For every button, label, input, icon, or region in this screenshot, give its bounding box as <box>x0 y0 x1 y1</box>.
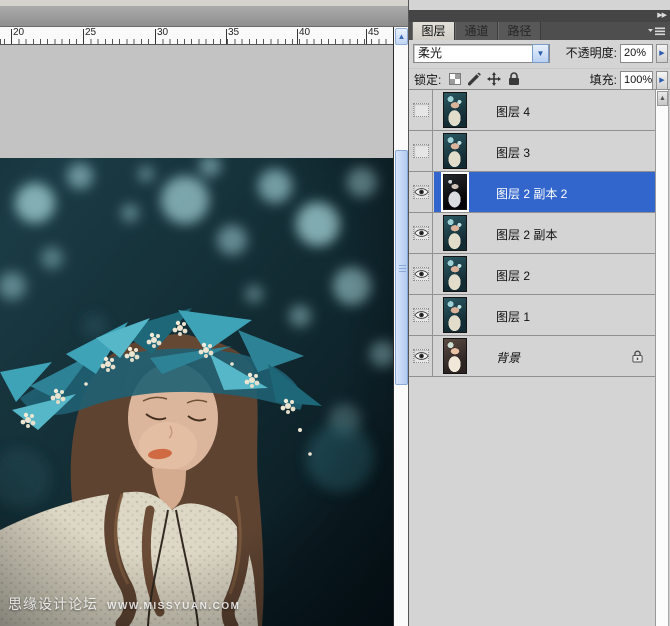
layer-name: 图层 2 副本 2 <box>496 185 567 202</box>
lock-paint-brush-icon[interactable] <box>467 72 481 86</box>
visibility-toggle[interactable] <box>413 349 429 363</box>
visibility-toggle[interactable] <box>413 103 429 117</box>
eye-icon <box>414 310 429 320</box>
lock-all-icon[interactable] <box>507 72 521 86</box>
layer-thumbnail[interactable] <box>443 338 467 374</box>
panel-tabbar: 图层 通道 路径 <box>409 22 670 40</box>
ruler-major-tick <box>366 29 367 44</box>
ruler-major-tick <box>11 29 12 44</box>
layer-visibility-cell[interactable] <box>409 213 433 253</box>
layer-row[interactable]: 图层 2 副本 2 <box>409 172 655 213</box>
scroll-up-arrow-icon[interactable]: ▲ <box>395 28 408 45</box>
opacity-slider-button[interactable]: ▶ <box>656 44 668 63</box>
chevron-down-icon[interactable]: ▼ <box>532 44 549 63</box>
opacity-label: 不透明度: <box>555 44 617 63</box>
fill-input[interactable]: 100% <box>620 71 653 90</box>
layer-row[interactable]: 图层 2 <box>409 254 655 295</box>
layer-name: 背景 <box>496 349 520 366</box>
tab-paths[interactable]: 路径 <box>498 22 541 40</box>
layer-name: 图层 2 <box>496 267 530 284</box>
document-vertical-scrollbar[interactable]: ▲ <box>393 27 408 626</box>
woman-portrait-image <box>0 158 393 626</box>
visibility-toggle[interactable] <box>413 308 429 322</box>
ruler-number: 20 <box>13 27 24 38</box>
canvas-background <box>0 45 393 158</box>
visibility-toggle[interactable] <box>413 226 429 240</box>
eye-icon <box>414 187 429 197</box>
ruler-major-tick <box>297 29 298 44</box>
eye-icon <box>414 351 429 361</box>
tab-channels[interactable]: 通道 <box>455 22 498 40</box>
ruler-number: 25 <box>85 27 96 38</box>
horizontal-ruler: 20 25 30 35 40 45 <box>0 27 393 45</box>
layer-visibility-cell[interactable] <box>409 131 433 171</box>
ruler-minor-ticks <box>0 39 393 44</box>
lock-label: 锁定: <box>414 71 441 90</box>
layers-panel: ▶▶ 图层 通道 路径 柔光 ▼ 不透明度: 20% ▶ <box>408 0 670 626</box>
collapse-panel-icon[interactable]: ▶▶ <box>657 11 666 21</box>
layer-visibility-cell[interactable] <box>409 90 433 130</box>
watermark-site-url: WWW.MISSYUAN.COM <box>107 601 240 612</box>
blend-mode-select[interactable]: 柔光 ▼ <box>413 44 550 63</box>
visibility-toggle[interactable] <box>413 144 429 158</box>
tab-layers[interactable]: 图层 <box>412 22 455 40</box>
blend-mode-value: 柔光 <box>418 46 442 60</box>
layer-thumbnail[interactable] <box>443 256 467 292</box>
eye-icon <box>414 269 429 279</box>
layer-row[interactable]: 图层 3 <box>409 131 655 172</box>
layer-thumbnail[interactable] <box>443 133 467 169</box>
layer-row[interactable]: 图层 4 <box>409 90 655 131</box>
fill-value: 100% <box>624 74 652 86</box>
ruler-number: 40 <box>299 27 310 38</box>
document-titlebar <box>0 6 408 27</box>
watermark-site-name: 思缘设计论坛 <box>8 594 98 614</box>
panel-scrollbar[interactable]: ▲ <box>655 90 668 626</box>
watermark: 思缘设计论坛 WWW.MISSYUAN.COM <box>8 594 240 614</box>
layer-thumbnail[interactable] <box>443 92 467 128</box>
layer-row[interactable]: 背景 <box>409 336 655 377</box>
layer-row[interactable]: 图层 2 副本 <box>409 213 655 254</box>
layer-thumbnail[interactable] <box>443 215 467 251</box>
panel-menu-icon[interactable] <box>648 26 666 36</box>
ruler-number: 45 <box>368 27 379 38</box>
scrollbar-grip <box>399 268 406 269</box>
fill-label: 填充: <box>555 71 617 90</box>
layer-thumbnail[interactable] <box>443 174 467 210</box>
layer-visibility-cell[interactable] <box>409 336 433 376</box>
panel-scroll-up-arrow-icon[interactable]: ▲ <box>657 91 668 106</box>
ruler-major-tick <box>155 29 156 44</box>
layer-name: 图层 1 <box>496 308 530 325</box>
layer-name: 图层 2 副本 <box>496 226 557 243</box>
ruler-major-tick <box>83 29 84 44</box>
fill-slider-button[interactable]: ▶ <box>656 71 668 90</box>
opacity-input[interactable]: 20% <box>620 44 653 63</box>
lock-position-move-icon[interactable] <box>487 72 501 86</box>
visibility-toggle[interactable] <box>413 185 429 199</box>
document-photo[interactable]: 思缘设计论坛 WWW.MISSYUAN.COM <box>0 158 393 626</box>
layer-thumbnail[interactable] <box>443 297 467 333</box>
layer-lock-icon <box>632 350 643 363</box>
eye-icon <box>414 228 429 238</box>
photoshop-window: 20 25 30 35 40 45 <box>0 0 670 626</box>
layer-visibility-cell[interactable] <box>409 295 433 335</box>
ruler-number: 35 <box>228 27 239 38</box>
layer-visibility-cell[interactable] <box>409 172 433 212</box>
panel-header-strip: ▶▶ <box>409 10 670 22</box>
ruler-number: 30 <box>157 27 168 38</box>
visibility-toggle[interactable] <box>413 267 429 281</box>
layer-name: 图层 3 <box>496 144 530 161</box>
document-scrollbar-thumb[interactable] <box>395 150 408 385</box>
lock-transparency-icon[interactable] <box>449 73 461 85</box>
layer-visibility-cell[interactable] <box>409 254 433 294</box>
layers-list: 图层 4 图层 3 <box>409 90 670 626</box>
opacity-value: 20% <box>624 47 646 59</box>
layer-name: 图层 4 <box>496 103 530 120</box>
ruler-major-tick <box>226 29 227 44</box>
layer-controls: 柔光 ▼ 不透明度: 20% ▶ 锁定: <box>409 40 670 90</box>
layer-row[interactable]: 图层 1 <box>409 295 655 336</box>
